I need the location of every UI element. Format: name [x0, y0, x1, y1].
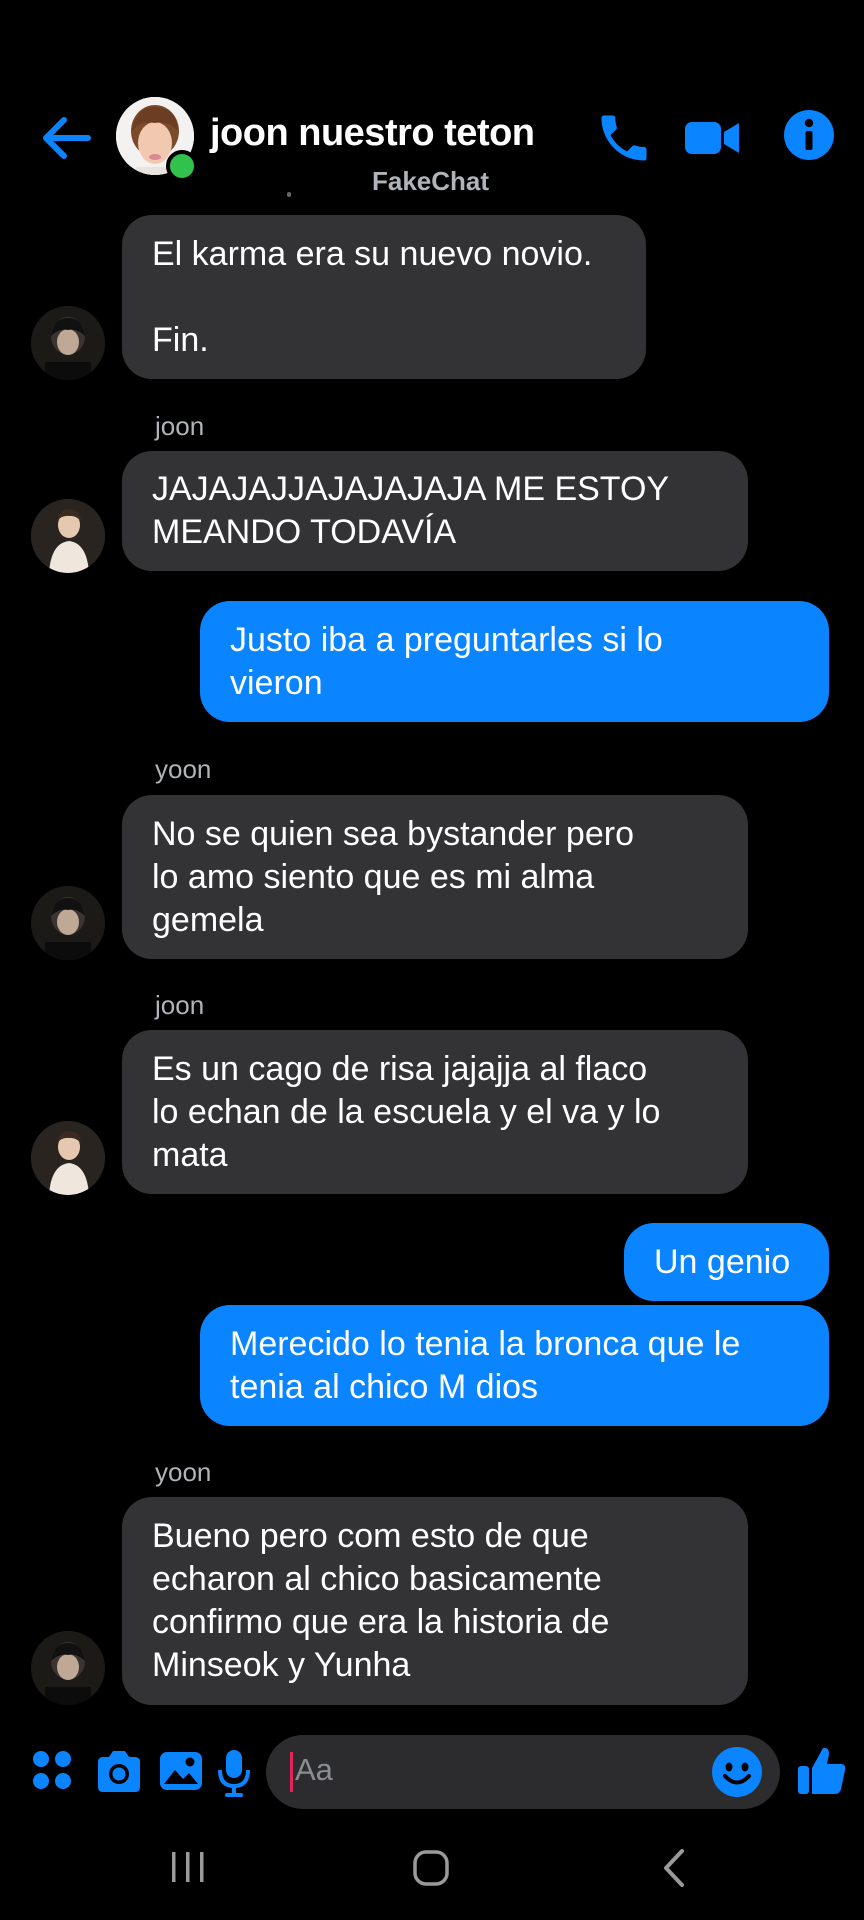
home-icon[interactable]: [410, 1845, 454, 1891]
avatar-joon[interactable]: [31, 1121, 105, 1195]
camera-icon[interactable]: [94, 1748, 144, 1796]
back-icon[interactable]: [656, 1845, 692, 1891]
video-camera-icon[interactable]: [682, 108, 742, 168]
chat-title[interactable]: joon nuestro teton: [210, 112, 535, 155]
message-bubble-sent[interactable]: Un genio: [624, 1223, 829, 1301]
emoji-icon[interactable]: [710, 1745, 764, 1799]
message-bubble-received[interactable]: JAJAJAJJAJAJAJAJA ME ESTOY MEANDO TODAVÍ…: [122, 451, 748, 571]
scroll-cut-indicator: [287, 192, 291, 197]
text-cursor: [290, 1752, 293, 1792]
info-icon[interactable]: [782, 108, 836, 162]
microphone-icon[interactable]: [216, 1748, 252, 1798]
thumbs-up-icon[interactable]: [796, 1744, 848, 1796]
avatar-joon[interactable]: [31, 499, 105, 573]
message-bubble-sent[interactable]: Merecido lo tenia la bronca que le tenia…: [200, 1305, 829, 1426]
sender-name: yoon: [155, 754, 212, 784]
recents-icon[interactable]: [168, 1845, 208, 1891]
avatar-yoon[interactable]: [31, 886, 105, 960]
message-bubble-received[interactable]: Bueno pero com esto de que echaron al ch…: [122, 1497, 748, 1705]
back-arrow-icon[interactable]: [38, 110, 94, 166]
message-bubble-sent[interactable]: Justo iba a preguntarles si lo vieron: [200, 601, 829, 722]
online-status-dot: [166, 150, 198, 182]
message-input[interactable]: [266, 1735, 780, 1809]
menu-grid-icon[interactable]: [30, 1748, 74, 1792]
avatar-yoon[interactable]: [31, 1631, 105, 1705]
phone-icon[interactable]: [594, 108, 654, 168]
sender-name: joon: [155, 411, 205, 441]
message-bubble-received[interactable]: El karma era su nuevo novio. Fin.: [122, 215, 646, 379]
chat-subtitle: FakeChat: [372, 166, 490, 196]
sender-name: yoon: [155, 1457, 212, 1487]
message-bubble-received[interactable]: No se quien sea bystander pero lo amo si…: [122, 795, 748, 959]
avatar-yoon[interactable]: [31, 306, 105, 380]
sender-name: joon: [155, 990, 205, 1020]
gallery-icon[interactable]: [158, 1748, 204, 1794]
message-bubble-received[interactable]: Es un cago de risa jajajja al flaco lo e…: [122, 1030, 748, 1194]
message-input-placeholder: Aa: [295, 1752, 333, 1787]
